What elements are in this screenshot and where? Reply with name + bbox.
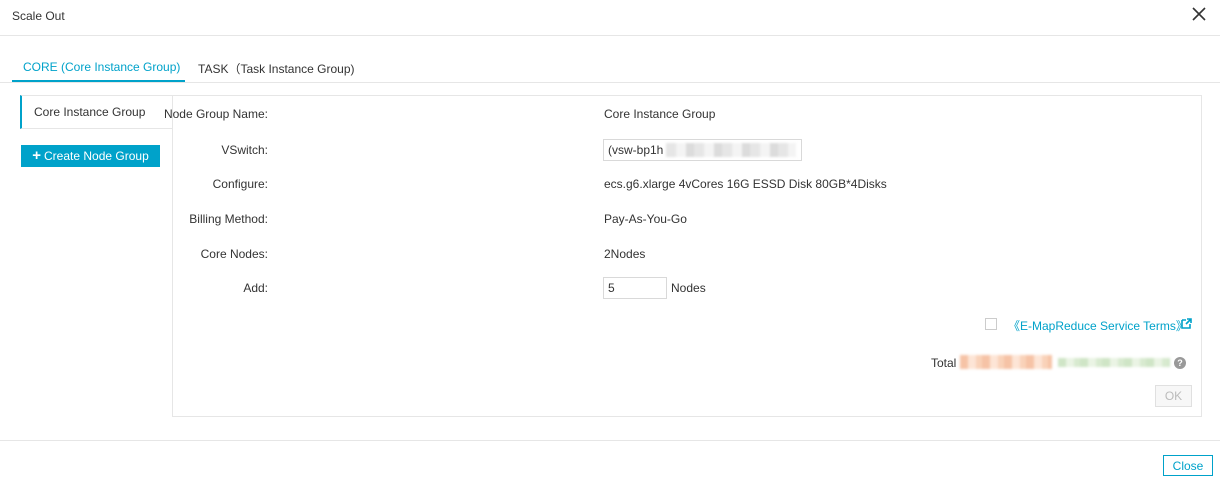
configure-label: Configure: — [212, 177, 268, 191]
create-node-group-button[interactable]: + Create Node Group — [21, 145, 160, 167]
configure-row: Configure: ecs.g6.xlarge 4vCores 16G ESS… — [172, 175, 887, 195]
billing-method-value: Pay-As-You-Go — [604, 212, 687, 226]
add-nodes-unit: Nodes — [671, 281, 706, 295]
vswitch-label: VSwitch: — [221, 143, 268, 157]
help-icon[interactable]: ? — [1174, 357, 1186, 369]
vswitch-value: (vsw-bp1h — [608, 143, 664, 157]
total-label: Total — [931, 356, 957, 370]
sidebar-item-label: Core Instance Group — [34, 105, 146, 119]
external-link-icon[interactable] — [1181, 318, 1192, 329]
core-nodes-value: 2Nodes — [604, 247, 646, 261]
footer-divider — [0, 440, 1220, 441]
add-nodes-input[interactable]: 5 — [603, 277, 667, 299]
close-button[interactable]: Close — [1163, 455, 1213, 476]
close-icon[interactable] — [1190, 5, 1208, 23]
core-nodes-row: Core Nodes: 2Nodes — [172, 245, 872, 265]
core-nodes-label: Core Nodes: — [200, 247, 268, 261]
add-row: Add: — [172, 279, 872, 299]
tab-task[interactable]: TASK（Task Instance Group) — [198, 60, 355, 77]
ok-button[interactable]: OK — [1155, 385, 1192, 407]
node-group-name-value: Core Instance Group — [604, 107, 716, 121]
dialog-header: Scale Out — [0, 0, 1220, 36]
service-terms-link[interactable]: 《E-MapReduce Service Terms》 — [1008, 317, 1188, 334]
plus-icon: + — [32, 147, 42, 164]
billing-method-label: Billing Method: — [189, 212, 268, 226]
redacted-mask — [666, 143, 796, 157]
sidebar-item-core-instance-group[interactable]: Core Instance Group — [20, 95, 173, 129]
redacted-price — [960, 355, 1052, 369]
billing-method-row: Billing Method: Pay-As-You-Go — [172, 210, 872, 230]
tab-bar: CORE (Core Instance Group) TASK（Task Ins… — [0, 36, 1220, 83]
node-group-name-label: Node Group Name: — [163, 107, 268, 121]
tab-core[interactable]: CORE (Core Instance Group) — [23, 60, 180, 74]
node-group-name-row: Node Group Name: Core Instance Group — [164, 105, 872, 125]
vswitch-select[interactable]: (vsw-bp1h — [603, 139, 802, 161]
active-tab-indicator — [12, 80, 185, 82]
create-node-group-label: Create Node Group — [44, 149, 149, 163]
dialog-title: Scale Out — [12, 9, 65, 23]
redacted-price-detail — [1058, 358, 1170, 367]
terms-checkbox[interactable] — [985, 318, 997, 330]
add-label: Add: — [243, 281, 268, 295]
configure-value: ecs.g6.xlarge 4vCores 16G ESSD Disk 80GB… — [604, 177, 887, 191]
